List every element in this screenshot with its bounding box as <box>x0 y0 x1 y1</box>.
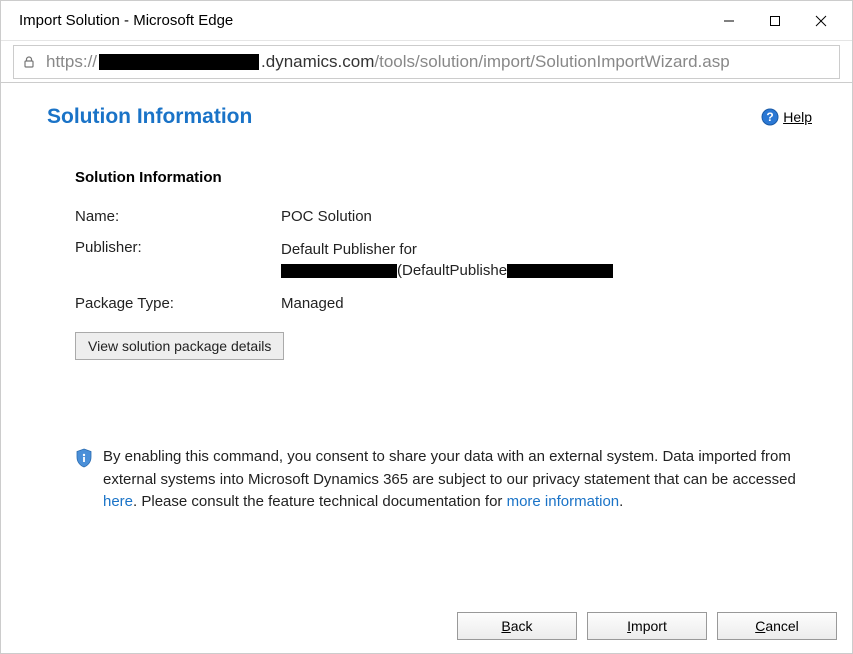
package-type-label: Package Type: <box>75 295 281 312</box>
window-title: Import Solution - Microsoft Edge <box>19 12 706 29</box>
maximize-button[interactable] <box>752 1 798 41</box>
publisher-value: Default Publisher for (DefaultPublishe <box>281 239 812 281</box>
section-title: Solution Information <box>75 169 812 186</box>
help-link[interactable]: ? Help <box>761 108 812 126</box>
lock-icon <box>22 55 36 69</box>
consent-end: . <box>619 493 623 510</box>
name-label: Name: <box>75 208 281 225</box>
back-button[interactable]: Back <box>457 612 577 640</box>
shield-icon <box>75 448 93 468</box>
page-title: Solution Information <box>47 105 252 129</box>
field-name: Name: POC Solution <box>75 208 812 225</box>
url-host-suffix: .dynamics.com <box>261 52 374 72</box>
help-label-first: H <box>783 109 793 125</box>
content-area: Solution Information ? Help Solution Inf… <box>1 83 852 526</box>
url-field[interactable]: https:// .dynamics.com /tools/solution/i… <box>13 45 840 79</box>
publisher-line2: (DefaultPublishe <box>281 260 812 281</box>
redacted-host <box>99 54 259 70</box>
header-row: Solution Information ? Help <box>47 105 812 129</box>
publisher-line1: Default Publisher for <box>281 239 812 260</box>
cancel-button[interactable]: Cancel <box>717 612 837 640</box>
publisher-mid: (DefaultPublishe <box>397 262 507 279</box>
help-icon: ? <box>761 108 779 126</box>
consent-mid: . Please consult the feature technical d… <box>133 493 507 510</box>
titlebar: Import Solution - Microsoft Edge <box>1 1 852 41</box>
svg-text:?: ? <box>767 110 774 124</box>
package-type-value: Managed <box>281 295 812 312</box>
import-button[interactable]: Import <box>587 612 707 640</box>
redacted-text <box>507 264 613 278</box>
redacted-text <box>281 264 397 278</box>
field-package-type: Package Type: Managed <box>75 295 812 312</box>
help-label-rest: elp <box>793 109 812 125</box>
view-details-button[interactable]: View solution package details <box>75 332 284 360</box>
privacy-link[interactable]: here <box>103 493 133 510</box>
consent-pre: By enabling this command, you consent to… <box>103 448 796 488</box>
address-bar: https:// .dynamics.com /tools/solution/i… <box>1 41 852 83</box>
publisher-label: Publisher: <box>75 239 281 281</box>
url-path: /tools/solution/import/SolutionImportWiz… <box>374 52 729 72</box>
consent-text: By enabling this command, you consent to… <box>103 446 812 514</box>
close-button[interactable] <box>798 1 844 41</box>
footer-buttons: Back Import Cancel <box>457 612 837 640</box>
minimize-button[interactable] <box>706 1 752 41</box>
consent-box: By enabling this command, you consent to… <box>75 446 812 514</box>
name-value: POC Solution <box>281 208 812 225</box>
field-publisher: Publisher: Default Publisher for (Defaul… <box>75 239 812 281</box>
more-info-link[interactable]: more information <box>507 493 620 510</box>
url-scheme: https:// <box>46 52 97 72</box>
